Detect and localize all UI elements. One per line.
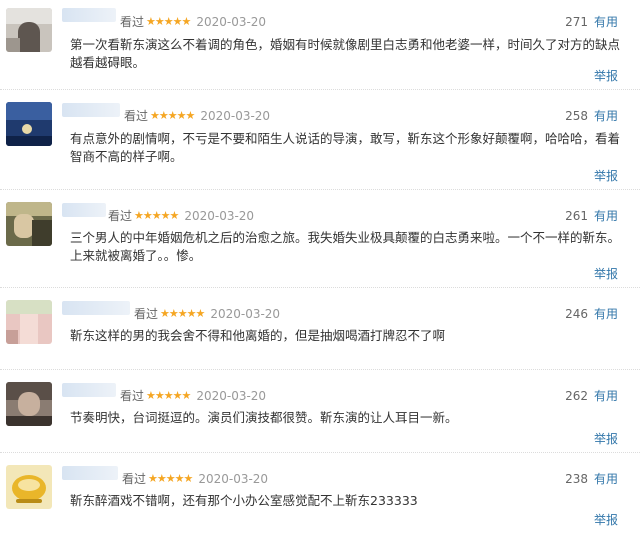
comment-date: 2020-03-20 [210, 306, 281, 321]
username-blurred[interactable] [62, 466, 118, 480]
comment-item: 看过 ★★★★★ 2020-03-20 261 有用 三个男人的中年婚姻危机之后的… [0, 190, 640, 288]
rating-meta: 看过 ★★★★★ 2020-03-20 [120, 387, 266, 404]
avatar[interactable] [6, 102, 52, 146]
comment-date: 2020-03-20 [184, 208, 255, 223]
avatar[interactable] [6, 202, 52, 246]
username-blurred[interactable] [62, 203, 106, 217]
avatar[interactable] [6, 382, 52, 426]
watched-label: 看过 [122, 472, 147, 486]
vote-count: 262 [565, 389, 588, 403]
rating-meta: 看过 ★★★★★ 2020-03-20 [108, 207, 254, 224]
username-blurred[interactable] [62, 383, 116, 397]
useful-button[interactable]: 有用 [594, 389, 618, 403]
watched-label: 看过 [134, 307, 159, 321]
comment-text: 靳东这样的男的我会舍不得和他离婚的，但是抽烟喝酒打牌忍不了啊 [70, 328, 446, 343]
rating-meta: 看过 ★★★★★ 2020-03-20 [122, 470, 268, 487]
comment-text: 靳东醉酒戏不错啊，还有那个小办公室感觉配不上靳东233333 [70, 493, 418, 508]
comment-list: 看过 ★★★★★ 2020-03-20 271 有用 第一次看靳东演这么不着调的角… [0, 0, 640, 533]
watched-label: 看过 [124, 109, 149, 123]
comment-item: 看过 ★★★★★ 2020-03-20 238 有用 靳东醉酒戏不错啊，还有那个小… [0, 453, 640, 533]
comment-item: 看过 ★★★★★ 2020-03-20 246 有用 靳东这样的男的我会舍不得和他… [0, 288, 640, 370]
comment-date: 2020-03-20 [200, 108, 271, 123]
vote-area: 238 有用 [565, 470, 618, 487]
vote-count: 261 [565, 209, 588, 223]
rating-meta: 看过 ★★★★★ 2020-03-20 [120, 13, 266, 30]
rating-stars-icon: ★★★★★ [134, 209, 179, 222]
vote-area: 246 有用 [565, 305, 618, 322]
avatar[interactable] [6, 300, 52, 344]
report-link[interactable]: 举报 [594, 67, 618, 84]
useful-button[interactable]: 有用 [594, 209, 618, 223]
useful-button[interactable]: 有用 [594, 15, 618, 29]
watched-label: 看过 [120, 15, 145, 29]
comment-text: 有点意外的剧情啊，不亏是不要和陌生人说话的导演，敢写，靳东这个形象好颠覆啊，哈哈… [70, 131, 621, 164]
rating-stars-icon: ★★★★★ [146, 389, 191, 402]
report-link[interactable]: 举报 [594, 430, 618, 447]
rating-stars-icon: ★★★★★ [146, 15, 191, 28]
avatar[interactable] [6, 465, 52, 509]
username-blurred[interactable] [62, 8, 116, 22]
report-link[interactable]: 举报 [594, 167, 618, 184]
comment-date: 2020-03-20 [196, 388, 267, 403]
avatar[interactable] [6, 8, 52, 52]
vote-count: 246 [565, 307, 588, 321]
vote-area: 258 有用 [565, 107, 618, 124]
useful-button[interactable]: 有用 [594, 109, 618, 123]
comment-text: 三个男人的中年婚姻危机之后的治愈之旅。我失婚失业极具颠覆的白志勇来啦。一个不一样… [70, 230, 621, 263]
comment-date: 2020-03-20 [196, 14, 267, 29]
rating-meta: 看过 ★★★★★ 2020-03-20 [124, 107, 270, 124]
vote-area: 262 有用 [565, 387, 618, 404]
username-blurred[interactable] [62, 103, 120, 117]
watched-label: 看过 [120, 389, 145, 403]
comment-text: 节奏明快，台词挺逗的。演员们演技都很赞。靳东演的让人耳目一新。 [70, 410, 458, 425]
vote-count: 258 [565, 109, 588, 123]
rating-meta: 看过 ★★★★★ 2020-03-20 [134, 305, 280, 322]
comment-item: 看过 ★★★★★ 2020-03-20 271 有用 第一次看靳东演这么不着调的角… [0, 0, 640, 90]
comment-date: 2020-03-20 [198, 471, 269, 486]
comment-item: 看过 ★★★★★ 2020-03-20 258 有用 有点意外的剧情啊，不亏是不要… [0, 90, 640, 190]
rating-stars-icon: ★★★★★ [160, 307, 205, 320]
useful-button[interactable]: 有用 [594, 307, 618, 321]
comment-item: 看过 ★★★★★ 2020-03-20 262 有用 节奏明快，台词挺逗的。演员们… [0, 370, 640, 453]
report-link[interactable]: 举报 [594, 511, 618, 528]
rating-stars-icon: ★★★★★ [150, 109, 195, 122]
vote-count: 238 [565, 472, 588, 486]
report-link[interactable]: 举报 [594, 265, 618, 282]
useful-button[interactable]: 有用 [594, 472, 618, 486]
vote-area: 271 有用 [565, 13, 618, 30]
rating-stars-icon: ★★★★★ [148, 472, 193, 485]
username-blurred[interactable] [62, 301, 130, 315]
watched-label: 看过 [108, 209, 133, 223]
vote-count: 271 [565, 15, 588, 29]
comment-text: 第一次看靳东演这么不着调的角色，婚姻有时候就像剧里白志勇和他老婆一样，时间久了对… [70, 37, 621, 70]
vote-area: 261 有用 [565, 207, 618, 224]
